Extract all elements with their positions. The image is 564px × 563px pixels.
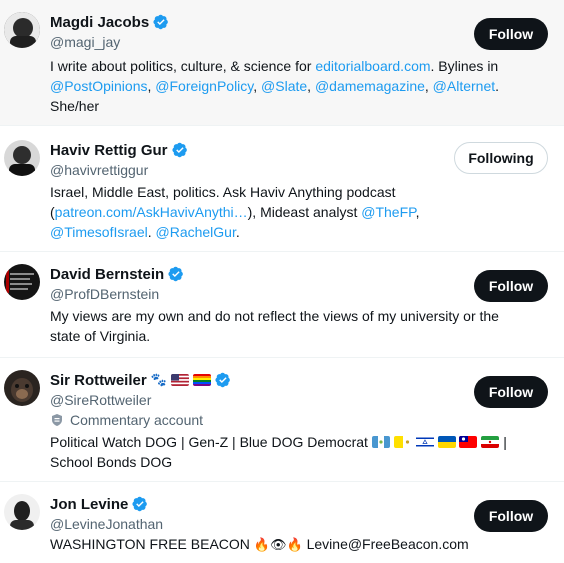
user-cell[interactable]: Sir Rottweiler 🐾 @SireRottweiler Comment… <box>0 358 564 482</box>
bio-link[interactable]: @TheFP <box>361 204 415 220</box>
commentary-label: Commentary account <box>50 412 548 428</box>
us-flag-icon <box>170 374 189 386</box>
user-bio: My views are my own and do not reflect t… <box>50 306 548 346</box>
bio-text: . <box>235 224 240 240</box>
avatar[interactable] <box>4 494 40 530</box>
bio-text: Political Watch DOG | Gen-Z | Blue DOG D… <box>50 434 368 450</box>
follow-button[interactable]: Follow <box>474 500 548 532</box>
bio-text: WASHINGTON FREE BEACON <box>50 536 250 552</box>
avatar[interactable] <box>4 140 40 176</box>
avatar-image <box>4 494 40 530</box>
bio-link[interactable]: @Slate <box>261 78 307 94</box>
avatar[interactable] <box>4 264 40 300</box>
verified-badge-icon <box>153 14 169 30</box>
user-bio: WASHINGTON FREE BEACON 🔥👁🔥 Levine@FreeBe… <box>50 534 548 555</box>
bio-link[interactable]: @Alternet <box>433 78 495 94</box>
user-cell[interactable]: Haviv Rettig Gur @havivrettiggur Israel,… <box>0 126 564 252</box>
bio-link[interactable]: @PostOpinions <box>50 78 147 94</box>
user-cell[interactable]: David Bernstein @ProfDBernstein My views… <box>0 252 564 358</box>
user-cell[interactable]: Magdi Jacobs @magi_jay I write about pol… <box>0 0 564 126</box>
follow-button[interactable]: Follow <box>474 376 548 408</box>
taiwan-flag-icon <box>459 436 478 448</box>
israel-flag-icon <box>415 436 434 448</box>
bio-link[interactable]: @damemagazine <box>315 78 425 94</box>
vatican-flag-icon <box>393 436 412 448</box>
bio-link[interactable]: patreon.com/AskHavivAnythi… <box>55 204 248 220</box>
bio-link[interactable]: editorialboard.com <box>315 58 430 74</box>
user-bio: Israel, Middle East, politics. Ask Haviv… <box>50 182 548 242</box>
follow-button[interactable]: Follow <box>474 270 548 302</box>
bio-text: , <box>307 78 315 94</box>
rainbow-flag-icon <box>192 374 211 386</box>
guatemala-flag-icon <box>371 436 390 448</box>
user-name[interactable]: Jon Levine <box>50 496 128 513</box>
fire-eye-fire-icon: 🔥👁🔥 <box>253 537 303 552</box>
paw-prints-icon: 🐾 <box>150 372 167 387</box>
bio-text: . Bylines in <box>430 58 499 74</box>
who-to-follow-list: Magdi Jacobs @magi_jay I write about pol… <box>0 0 564 563</box>
bio-text: | <box>503 434 507 450</box>
user-name[interactable]: Haviv Rettig Gur <box>50 142 168 159</box>
bio-text: School Bonds DOG <box>50 454 173 470</box>
bio-text: . <box>147 224 156 240</box>
following-button[interactable]: Following <box>454 142 548 174</box>
verified-badge-icon <box>132 496 148 512</box>
user-bio: Political Watch DOG | Gen-Z | Blue DOG D… <box>50 432 548 472</box>
bio-text: , <box>424 78 433 94</box>
verified-badge-icon <box>171 142 187 158</box>
bio-text: ), Mideast analyst <box>247 204 362 220</box>
avatar-image <box>4 370 40 406</box>
bio-link[interactable]: @TimesofIsrael <box>50 224 148 240</box>
verified-badge-icon <box>168 266 184 282</box>
user-bio: I write about politics, culture, & scien… <box>50 56 548 116</box>
follow-button[interactable]: Follow <box>474 18 548 50</box>
user-name[interactable]: Sir Rottweiler <box>50 372 147 389</box>
avatar-image <box>4 140 40 176</box>
user-cell[interactable]: Jon Levine @LevineJonathan WASHINGTON FR… <box>0 482 564 563</box>
avatar-image <box>4 12 40 48</box>
avatar[interactable] <box>4 370 40 406</box>
user-name[interactable]: David Bernstein <box>50 266 164 283</box>
bio-email: Levine@FreeBeacon.com <box>306 536 469 552</box>
bio-text: My views are my own and do not reflect t… <box>50 308 499 344</box>
avatar[interactable] <box>4 12 40 48</box>
ukraine-flag-icon <box>437 436 456 448</box>
commentary-shield-icon <box>52 414 62 426</box>
commentary-text: Commentary account <box>70 412 204 428</box>
bio-text: , <box>253 78 262 94</box>
user-name[interactable]: Magdi Jacobs <box>50 14 149 31</box>
verified-badge-icon <box>215 372 230 388</box>
bio-link[interactable]: @ForeignPolicy <box>155 78 253 94</box>
bio-text: , <box>415 204 420 220</box>
bio-text: I write about politics, culture, & scien… <box>50 58 316 74</box>
avatar-image <box>4 264 40 300</box>
iran-flag-icon <box>481 436 500 448</box>
bio-link[interactable]: @RachelGur <box>156 224 236 240</box>
